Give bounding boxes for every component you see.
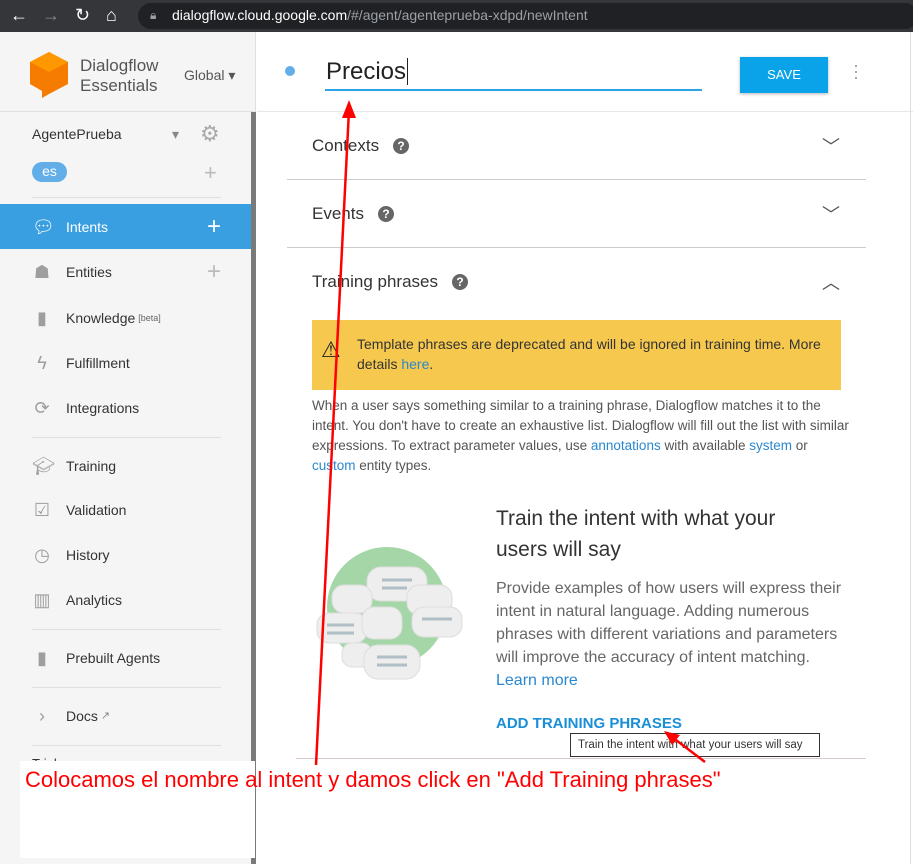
lock-icon: 🔒︎ <box>150 8 157 22</box>
sidebar-item-training[interactable]: 🎓︎ Training <box>0 443 251 488</box>
sidebar-item-docs[interactable]: › Docs ↗ <box>0 693 251 738</box>
training-phrases-section[interactable]: Training phrases? ︿ <box>287 248 866 316</box>
chat-bubbles-illustration-icon <box>316 547 463 680</box>
sidebar-item-label: Integrations <box>66 399 140 416</box>
sidebar-item-validation[interactable]: ☑ Validation <box>0 487 251 532</box>
help-icon[interactable]: ? <box>452 274 468 290</box>
help-icon[interactable]: ? <box>377 205 394 222</box>
annotation-caption: Colocamos el nombre al intent y damos cl… <box>25 767 721 792</box>
section-title: Events <box>312 203 364 223</box>
sidebar-item-analytics[interactable]: ▥ Analytics <box>0 577 251 622</box>
sidebar-item-fulfillment[interactable]: ϟ Fulfillment <box>0 340 251 385</box>
sidebar-item-entities[interactable]: ☗ Entities + <box>0 249 251 294</box>
desc-text: entity types. <box>355 458 432 473</box>
brand-edition: Essentials <box>80 76 158 95</box>
sidebar-item-label: Analytics <box>66 591 123 608</box>
desc-text: with available <box>660 438 750 453</box>
check-box-icon: ☑ <box>33 499 51 520</box>
external-link-icon: ↗ <box>100 710 111 722</box>
intent-name-input[interactable]: Precios <box>325 58 702 91</box>
gear-icon[interactable]: ⚙ <box>200 121 220 147</box>
sidebar-item-knowledge[interactable]: ▮ Knowledge [beta] <box>0 295 251 340</box>
empty-state-text: Provide examples of how users will expre… <box>496 580 842 666</box>
section-title: Contexts <box>312 135 380 155</box>
hierarchy-icon: ☗ <box>33 261 51 282</box>
section-title: Training phrases <box>312 272 438 291</box>
here-link[interactable]: here <box>401 356 429 372</box>
sidebar-item-label: History <box>66 546 110 563</box>
add-language-icon[interactable]: + <box>204 160 217 186</box>
url-text[interactable]: dialogflow.cloud.google.com/#/agent/agen… <box>172 7 588 23</box>
warning-end: . <box>429 356 434 372</box>
browser-toolbar: ← → ↻ ⌂ 🔒︎ dialogflow.cloud.google.com/#… <box>0 0 913 32</box>
sync-icon: ⟳ <box>34 397 50 418</box>
beta-badge: [beta] <box>138 312 161 323</box>
annotations-link[interactable]: annotations <box>591 438 661 453</box>
chevron-down-icon[interactable]: ﹀ <box>822 133 840 159</box>
region-label: Global <box>184 67 225 83</box>
desc-text: or <box>792 438 808 453</box>
sidebar-item-intents[interactable]: 💬︎ Intents + <box>0 204 251 249</box>
more-options-icon[interactable]: · · · <box>853 56 859 86</box>
chevron-down-icon[interactable]: ﹀ <box>822 201 840 227</box>
sidebar-item-history[interactable]: ◷ History <box>0 532 251 577</box>
contexts-section[interactable]: Contexts? ﹀ <box>287 112 866 180</box>
bolt-icon: ϟ <box>37 352 47 373</box>
brand-name: Dialogflow <box>80 56 159 75</box>
dialogflow-logo-icon <box>30 52 68 98</box>
deprecation-warning: ⚠ Template phrases are deprecated and wi… <box>312 320 841 390</box>
url-host: dialogflow.cloud.google.com <box>172 7 348 23</box>
training-description: When a user says something similar to a … <box>312 396 852 476</box>
forward-icon[interactable]: → <box>42 5 60 26</box>
sidebar-item-label: Entities <box>66 263 112 280</box>
url-path: /#/agent/agenteprueba-xdpd/newIntent <box>347 7 588 23</box>
page-border <box>910 32 911 864</box>
sidebar-item-label: Knowledge <box>66 309 136 326</box>
book-icon: ▮ <box>37 307 47 328</box>
learn-more-link[interactable]: Learn more <box>496 672 578 689</box>
help-icon[interactable]: ? <box>393 137 410 154</box>
chevron-up-icon[interactable]: ︿ <box>822 269 840 295</box>
chat-icon: 💬︎ <box>32 216 55 237</box>
intent-header: Precios SAVE · · · <box>257 32 913 112</box>
agent-name[interactable]: AgentePrueba <box>32 126 122 142</box>
status-dot <box>285 66 295 76</box>
sidebar-item-integrations[interactable]: ⟳ Integrations <box>0 385 251 430</box>
sidebar-item-label: Intents <box>66 218 109 235</box>
sidebar-item-prebuilt-agents[interactable]: ▮ Prebuilt Agents <box>0 635 251 680</box>
reload-icon[interactable]: ↻ <box>75 5 90 26</box>
bookmark-icon: ▮ <box>37 647 47 668</box>
save-button[interactable]: SAVE <box>740 57 828 93</box>
add-intent-icon[interactable]: + <box>207 213 221 241</box>
sidebar-item-label: Fulfillment <box>66 354 130 371</box>
clock-icon: ◷ <box>34 544 50 565</box>
empty-state-title: Train the intent with what your users wi… <box>496 507 776 561</box>
tooltip: Train the intent with what your users wi… <box>570 733 820 757</box>
sidebar-item-label: Prebuilt Agents <box>66 649 161 666</box>
sidebar-scrollbar[interactable] <box>251 112 256 864</box>
home-icon[interactable]: ⌂ <box>106 5 117 26</box>
graduation-cap-icon: 🎓︎ <box>32 455 55 476</box>
events-section[interactable]: Events? ﹀ <box>287 180 866 248</box>
custom-link[interactable]: custom <box>312 458 356 473</box>
language-badge[interactable]: es <box>32 162 67 182</box>
sidebar-item-label: Training <box>66 457 117 474</box>
add-training-phrases-button[interactable]: ADD TRAINING PHRASES <box>496 715 682 732</box>
chevron-right-icon: › <box>39 705 45 726</box>
agent-dropdown-icon[interactable]: ▾ <box>172 126 179 143</box>
intent-name-value: Precios <box>326 58 407 85</box>
sidebar-item-label: Docs <box>66 707 98 724</box>
system-link[interactable]: system <box>749 438 792 453</box>
empty-state-body: Provide examples of how users will expre… <box>496 577 846 692</box>
back-icon[interactable]: ← <box>10 5 28 26</box>
section-divider <box>296 758 866 759</box>
brand-header: Dialogflow Essentials Global ▾ <box>0 32 256 112</box>
region-selector[interactable]: Global ▾ <box>184 67 235 84</box>
caret-down-icon: ▾ <box>228 67 236 83</box>
bar-chart-icon: ▥ <box>33 589 51 610</box>
sidebar-item-label: Validation <box>66 501 127 518</box>
warning-icon: ⚠ <box>321 337 341 362</box>
add-entity-icon[interactable]: + <box>207 258 221 286</box>
